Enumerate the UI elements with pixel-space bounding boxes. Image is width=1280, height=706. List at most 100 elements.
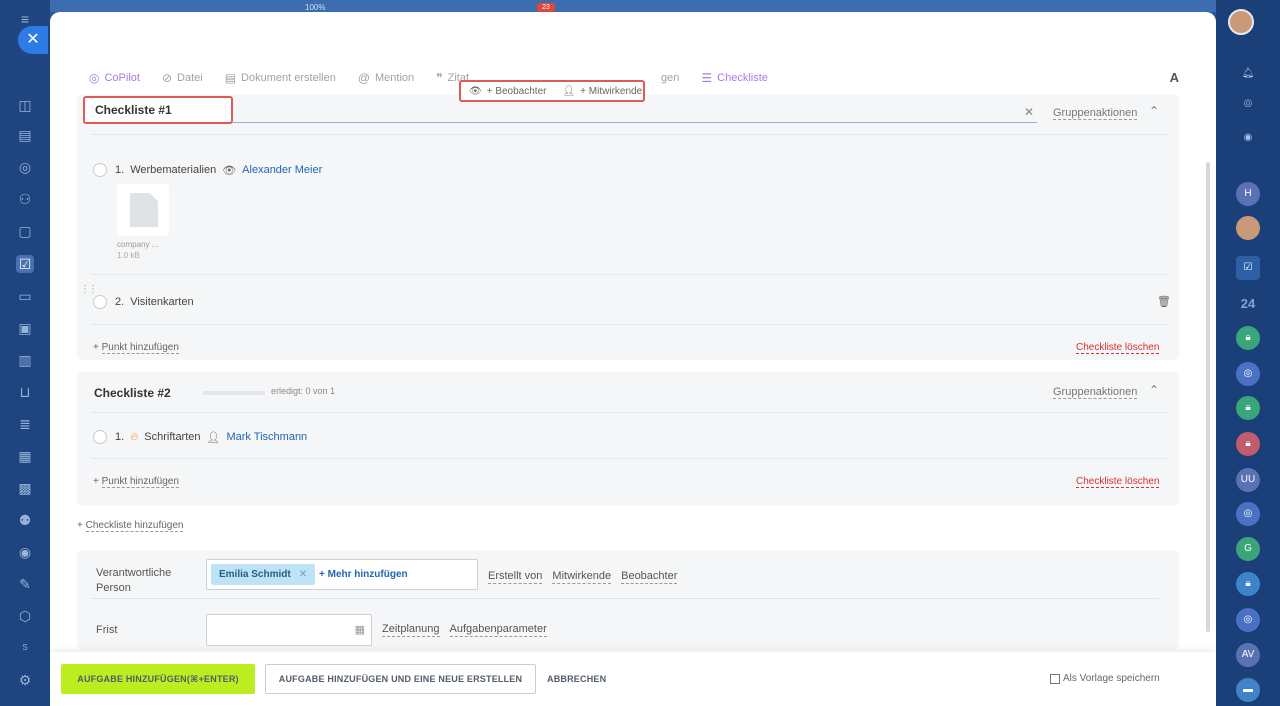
- clear-title-icon[interactable]: ✕: [1024, 105, 1034, 119]
- settings-icon[interactable]: ⚙: [16, 671, 34, 689]
- lock-icon-2[interactable]: 🔒︎: [1236, 396, 1260, 420]
- add-participant-button[interactable]: 👤︎ + Mitwirkende: [554, 86, 650, 97]
- checkbox[interactable]: [1050, 673, 1060, 684]
- doc-icon[interactable]: ▤: [16, 126, 34, 144]
- user-avatar[interactable]: [1228, 9, 1254, 35]
- news-icon[interactable]: ▦: [16, 447, 34, 465]
- calendar-icon[interactable]: ▩: [16, 479, 34, 497]
- add-checklist-link[interactable]: + Checkliste hinzufügen: [77, 520, 184, 532]
- avatar-h[interactable]: H: [1236, 182, 1260, 206]
- toolbar-checklist-button[interactable]: ☰ Checkliste: [701, 71, 768, 85]
- avatar-av[interactable]: AV: [1236, 643, 1260, 667]
- add-point-link[interactable]: + Punkt hinzufügen: [93, 342, 179, 354]
- save-template-checkbox[interactable]: Als Vorlage speichern: [1050, 673, 1160, 684]
- lock-icon-4[interactable]: 🔒︎: [1236, 572, 1260, 596]
- deadline-links: Zeitplanung Aufgabenparameter: [382, 623, 547, 637]
- avatar-photo[interactable]: [1236, 216, 1260, 240]
- observers-link[interactable]: Beobachter: [621, 570, 678, 584]
- close-slider-button[interactable]: ✕: [18, 26, 48, 54]
- group-actions-link[interactable]: Gruppenaktionen: [1053, 107, 1138, 120]
- feed-icon[interactable]: ◫: [16, 96, 34, 114]
- right-sidebar: 🔔︎ ◎ ◉ H ☑ 24 🔒︎ ◎ 🔒︎ 🔒︎ UU ◎ G 🔒︎ ◎ AV …: [1216, 0, 1280, 706]
- box-icon[interactable]: ⬡: [16, 607, 34, 625]
- robot-icon[interactable]: ⚉: [16, 511, 34, 529]
- divider: [91, 324, 1169, 325]
- participants-link[interactable]: Mitwirkende: [552, 570, 612, 584]
- copilot-icon[interactable]: ◎: [1236, 92, 1260, 116]
- chat-icon[interactable]: ◎: [16, 158, 34, 176]
- file-doc-icon: [130, 193, 158, 227]
- checklist-title-input[interactable]: Checkliste #1: [83, 96, 233, 124]
- avatar-uu[interactable]: UU: [1236, 468, 1260, 492]
- file-icon[interactable]: ▢: [16, 222, 34, 240]
- delete-checklist-link[interactable]: Checkliste löschen: [1076, 476, 1160, 488]
- contacts-icon[interactable]: ⚇: [16, 190, 34, 208]
- participant-name[interactable]: Mark Tischmann: [226, 431, 307, 443]
- cart-icon[interactable]: ⊔: [16, 383, 34, 401]
- filter-icon[interactable]: ≣: [16, 415, 34, 433]
- add-task-button[interactable]: AUFGABE HINZUFÜGEN(⌘+ENTER): [61, 664, 255, 694]
- task-form: ◎ CoPilot ⊘ Datei ▤ Dokument erstellen @ Men…: [65, 12, 1191, 652]
- checklist-item: 2. Visitenkarten: [93, 292, 194, 312]
- delete-checklist-link[interactable]: Checkliste löschen: [1076, 342, 1160, 354]
- add-more-link[interactable]: + Mehr hinzufügen: [319, 569, 408, 580]
- chat-icon[interactable]: ◉: [1236, 126, 1260, 150]
- calendar-icon[interactable]: ▦: [355, 623, 365, 636]
- quote-icon: ❞: [436, 71, 443, 85]
- toolbar-mention-button[interactable]: @ Mention: [358, 71, 414, 85]
- task-params-link[interactable]: Aufgabenparameter: [449, 623, 547, 637]
- chevron-up-icon[interactable]: ⌃: [1149, 104, 1159, 118]
- tasks-icon[interactable]: ☑: [16, 255, 34, 273]
- item-checkbox[interactable]: [93, 295, 107, 309]
- responsible-input[interactable]: Emilia Schmidt ✕ + Mehr hinzufügen: [206, 559, 478, 590]
- monitor-icon[interactable]: ▣: [16, 319, 34, 337]
- responsible-chip[interactable]: Emilia Schmidt ✕: [211, 564, 316, 585]
- file-size: 1.0 kB: [117, 251, 140, 260]
- task-params: Verantwortliche Person Emilia Schmidt ✕ …: [77, 550, 1179, 650]
- bell-icon[interactable]: 🔔︎: [1236, 62, 1260, 86]
- chart-icon[interactable]: ▥: [16, 351, 34, 369]
- target-icon[interactable]: ◉: [16, 543, 34, 561]
- item-checkbox[interactable]: [93, 430, 107, 444]
- divider: [91, 274, 1169, 275]
- item-checkbox[interactable]: [93, 163, 107, 177]
- copilot-icon-4[interactable]: ◎: [1236, 608, 1260, 632]
- card-icon[interactable]: ▭: [16, 287, 34, 305]
- created-by-link[interactable]: Erstellt von: [488, 570, 543, 584]
- group-actions-link[interactable]: Gruppenaktionen: [1053, 386, 1138, 399]
- toolbar-create-doc-button[interactable]: ▤ Dokument erstellen: [225, 71, 336, 85]
- at-icon: @: [357, 71, 371, 85]
- deadline-input[interactable]: ▦: [206, 614, 372, 646]
- checklist-title[interactable]: Checkliste #2: [94, 386, 171, 400]
- file-thumbnail[interactable]: [117, 184, 169, 236]
- lock-icon[interactable]: 🔒︎: [1236, 326, 1260, 350]
- add-observer-button[interactable]: 👁︎ + Beobachter: [461, 86, 554, 97]
- checklist-item-popup: 👁︎ + Beobachter 👤︎ + Mitwirkende: [459, 80, 645, 102]
- progress-bar: [203, 391, 265, 395]
- observer-name[interactable]: Alexander Meier: [242, 164, 322, 176]
- eye-icon: 👁︎: [222, 164, 237, 177]
- scrollbar[interactable]: [1206, 162, 1210, 632]
- toolbar-copilot-button[interactable]: ◎ CoPilot: [89, 71, 140, 85]
- toolbar-hidden-button[interactable]: gen: [661, 72, 679, 84]
- remove-chip-icon[interactable]: ✕: [299, 569, 307, 580]
- editor-toolbar: ◎ CoPilot ⊘ Datei ▤ Dokument erstellen @ Men…: [89, 70, 768, 86]
- tasks-icon[interactable]: ☑: [1236, 256, 1260, 280]
- message-icon[interactable]: ▬: [1236, 678, 1260, 702]
- copilot-icon-3[interactable]: ◎: [1236, 502, 1260, 526]
- add-task-and-new-button[interactable]: AUFGABE HINZUFÜGEN UND EINE NEUE ERSTELL…: [265, 664, 536, 694]
- background-percent: 100%: [305, 3, 326, 12]
- font-format-button[interactable]: A: [1170, 70, 1179, 85]
- edit-icon[interactable]: ✎: [16, 575, 34, 593]
- trash-icon[interactable]: 🗑︎: [1157, 295, 1171, 308]
- add-point-link[interactable]: + Punkt hinzufügen: [93, 476, 179, 488]
- scheduling-link[interactable]: Zeitplanung: [382, 623, 440, 637]
- chevron-up-icon[interactable]: ⌃: [1149, 383, 1159, 397]
- calendar-24[interactable]: 24: [1236, 292, 1260, 316]
- cancel-button[interactable]: ABBRECHEN: [547, 664, 606, 694]
- copilot-icon-2[interactable]: ◎: [1236, 362, 1260, 386]
- divider: [91, 598, 1159, 599]
- lock-icon-3[interactable]: 🔒︎: [1236, 432, 1260, 456]
- avatar-g[interactable]: G: [1236, 537, 1260, 561]
- toolbar-file-button[interactable]: ⊘ Datei: [162, 71, 203, 85]
